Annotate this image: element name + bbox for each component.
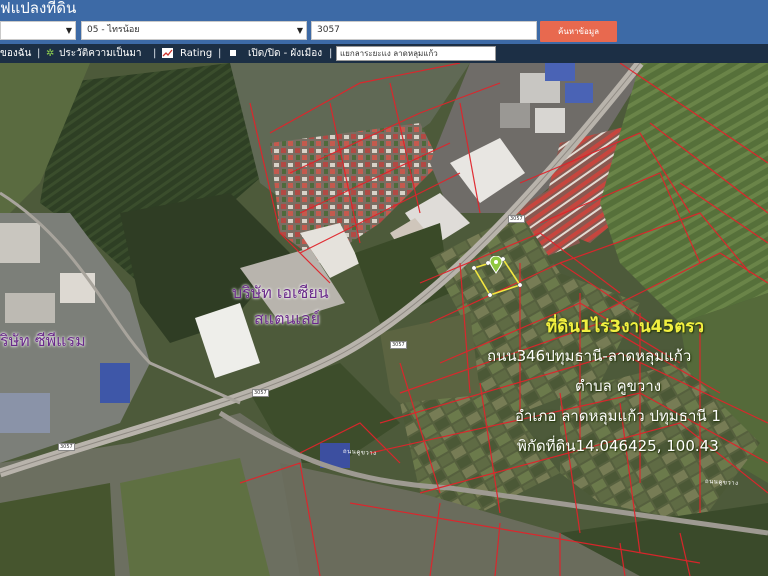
land-coordinate-info: พิกัดที่ดิน14.046425, 100.43 (517, 437, 719, 455)
satellite-map[interactable]: 3057 3057 3057 3057 ถนนคูขวาง ถนนคูขวาง … (0, 63, 768, 576)
toolbar-separator: | (37, 48, 41, 59)
parcel-number-value: 3057 (317, 25, 340, 35)
land-size-title: ที่ดิน1ไร่3งาน45ตรว (546, 317, 705, 337)
toolbar-separator: | (153, 48, 157, 59)
toolbar-separator: | (218, 48, 222, 59)
checkbox-icon[interactable] (230, 50, 236, 56)
toolbar-item-mine[interactable]: ของฉัน (0, 44, 31, 63)
province-select[interactable]: ▼ (0, 21, 76, 40)
chart-icon (162, 48, 173, 58)
toolbar-item-rating[interactable]: Rating (180, 44, 212, 63)
road-badge: 3057 (508, 215, 525, 223)
company-label-asian-stanley-line2: สแตนเลย์ (254, 309, 321, 328)
chevron-down-icon: ▼ (296, 26, 303, 35)
district-select[interactable]: 05 - ไทรน้อย ▼ (81, 21, 307, 40)
tree-icon: ✲ (46, 48, 55, 59)
toolbar-separator: | (329, 48, 333, 59)
company-label-asian-stanley: บริษัท เอเซียน (232, 283, 329, 302)
search-button[interactable]: ค้นหาข้อมูล (540, 21, 617, 42)
road-badge: 3057 (390, 341, 407, 349)
header-bar: ฟแปลงที่ดิน ▼ 05 - ไทรน้อย ▼ 3057 ค้นหาข… (0, 0, 768, 44)
land-subdistrict-info: ตำบล คูขวาง (575, 377, 662, 395)
toolbar-item-history[interactable]: ประวัติความเป็นมา (59, 44, 142, 63)
place-search-input[interactable]: แยกลาระยะแง ลาดหลุมแก้ว (336, 46, 496, 61)
land-district-info: อำเภอ ลาดหลุมแก้ว ปทุมธานี 1 (515, 407, 721, 425)
chevron-down-icon: ▼ (65, 26, 72, 35)
road-badge: 3057 (58, 443, 75, 451)
toolbar-item-cityplan[interactable]: เปิด/ปิด - ผังเมือง (248, 44, 322, 63)
company-label-cp-ram: ริษัท ซีพีแรม (0, 331, 86, 350)
parcel-number-input[interactable]: 3057 (311, 21, 537, 40)
land-road-info: ถนน346ปทุมธานี-ลาดหลุมแก้ว (487, 347, 692, 365)
toolbar: ของฉัน | ✲ ประวัติความเป็นมา | Rating | … (0, 44, 768, 63)
page-title: ฟแปลงที่ดิน (0, 0, 77, 17)
district-select-value: 05 - ไทรน้อย (87, 25, 140, 35)
road-badge: 3057 (252, 389, 269, 397)
map-pin-icon[interactable] (489, 256, 503, 274)
